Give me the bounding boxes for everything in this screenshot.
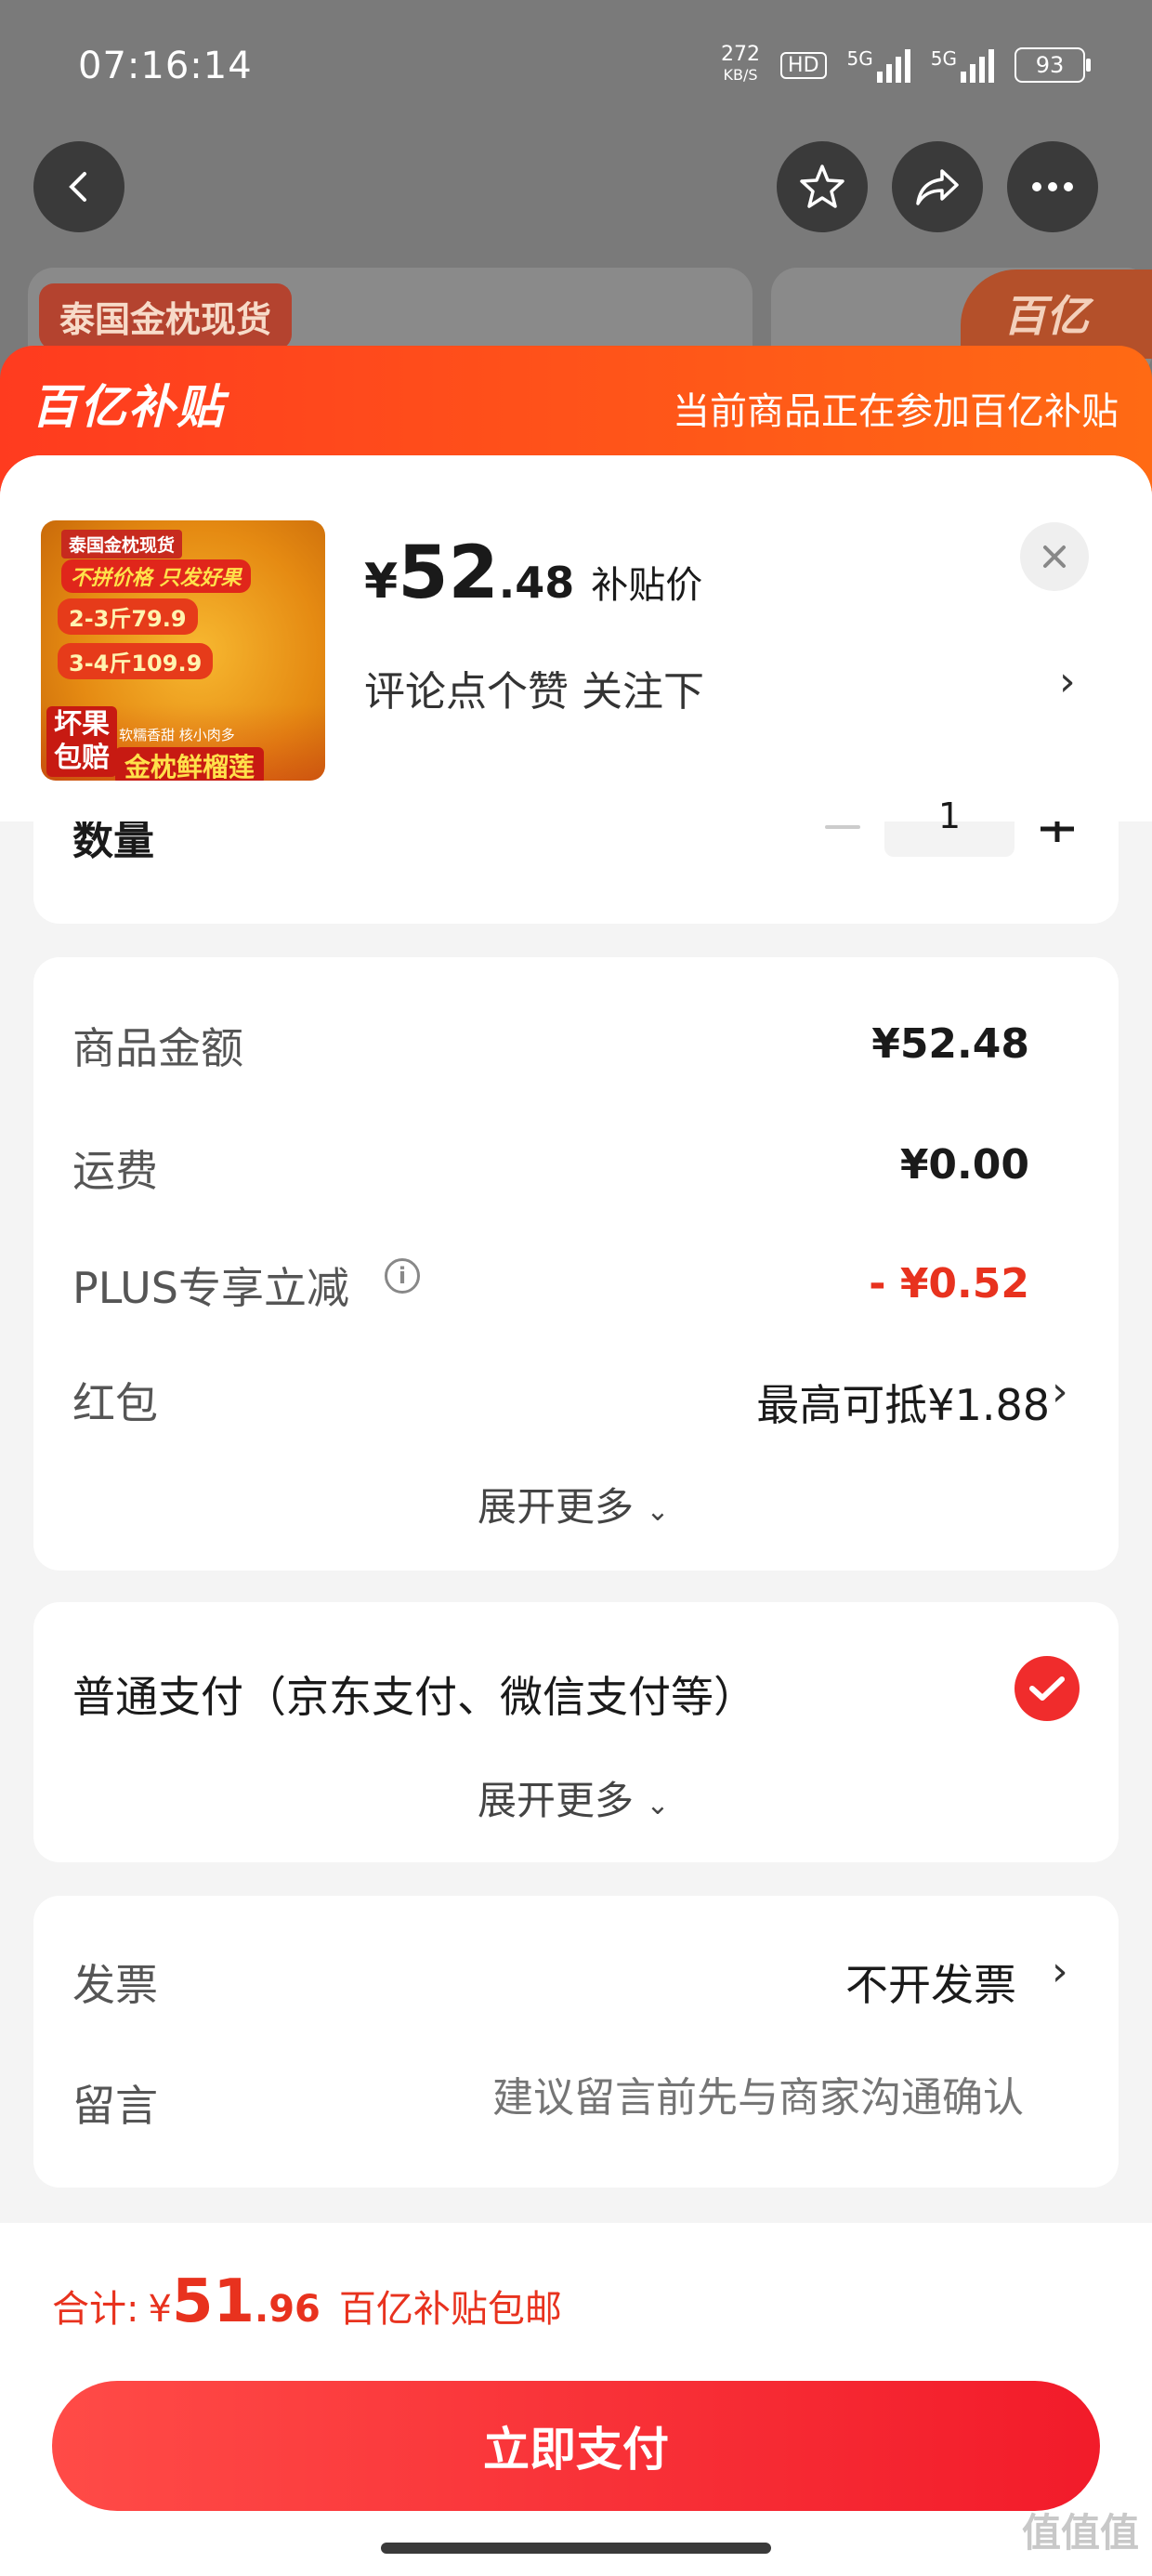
goods-amount-value: ¥52.48	[871, 1020, 1029, 1068]
note-input[interactable]	[390, 2065, 1026, 2130]
subsidy-notice: 当前商品正在参加百亿补贴	[673, 390, 1119, 433]
product-spec-desc[interactable]: 评论点个赞 关注下	[364, 658, 704, 717]
price-tag: 补贴价	[591, 564, 703, 607]
signal-icon-2: 5G	[931, 47, 994, 83]
signal-icon: 5G	[847, 47, 910, 83]
product-price: ¥ 52 .48 补贴价	[364, 532, 703, 615]
close-button[interactable]	[1020, 522, 1089, 591]
back-arrow-icon	[69, 172, 86, 202]
plus-discount-label: PLUS专享立减	[72, 1263, 349, 1313]
chevron-down-icon-2: ⌄	[646, 1789, 670, 1821]
summary-expand-more[interactable]: 展开更多 ⌄	[478, 1476, 670, 1532]
shipping-label: 运费	[72, 1146, 158, 1196]
quantity-increase-button[interactable]	[1039, 821, 1076, 842]
payment-expand-more[interactable]: 展开更多 ⌄	[478, 1769, 670, 1826]
invoice-chevron-right-icon[interactable]: ›	[1052, 1948, 1068, 1995]
status-time: 07:16:14	[78, 45, 253, 87]
note-label: 留言	[72, 2081, 158, 2131]
plus-discount-value: - ¥0.52	[869, 1260, 1029, 1308]
goods-amount-label: 商品金额	[72, 1023, 243, 1073]
status-icons: 272 KB/S HD 5G 5G 93	[721, 43, 1091, 85]
red-packet-chevron-right-icon[interactable]: ›	[1052, 1368, 1068, 1415]
total-suffix: 百亿补贴包邮	[338, 2288, 562, 2331]
more-button[interactable]	[1007, 141, 1098, 232]
subsidy-brand-logo: 百亿补贴	[32, 380, 225, 434]
favorite-button[interactable]	[777, 141, 868, 232]
quantity-input[interactable]: 1	[884, 798, 1015, 857]
total-amount: 合计: ¥ 51 .96 百亿补贴包邮	[52, 2267, 562, 2336]
shipping-value: ¥0.00	[899, 1141, 1029, 1189]
info-icon[interactable]: i	[385, 1258, 420, 1294]
quantity-decrease-button[interactable]	[825, 821, 862, 831]
chevron-down-icon: ⌄	[646, 1495, 670, 1528]
red-packet-value[interactable]: 最高可抵¥1.88	[756, 1372, 1050, 1433]
plus-icon	[1041, 821, 1074, 842]
watermark: 值值值	[1021, 2510, 1139, 2556]
home-indicator[interactable]	[381, 2543, 771, 2554]
extra-info-card	[33, 1896, 1119, 2188]
payment-method-label[interactable]: 普通支付（京东支付、微信支付等）	[72, 1663, 756, 1725]
more-dots-icon	[1032, 182, 1073, 191]
invoice-label: 发票	[72, 1960, 158, 2010]
hd-icon: HD	[780, 51, 827, 79]
spec-chevron-right-icon[interactable]: ›	[1059, 658, 1076, 705]
battery-icon: 93	[1015, 47, 1091, 83]
share-button[interactable]	[892, 141, 983, 232]
close-icon	[1043, 545, 1066, 568]
red-packet-label: 红包	[72, 1378, 158, 1428]
payment-selected-check-icon[interactable]	[1015, 1656, 1080, 1721]
pay-now-button[interactable]: 立即支付	[52, 2381, 1100, 2511]
back-button[interactable]	[33, 141, 124, 232]
star-icon	[800, 164, 844, 208]
background-tag: 泰国金枕现货	[39, 283, 293, 349]
product-thumbnail[interactable]: 泰国金枕现货 不拼价格 只发好果 2-3斤79.9 3-4斤109.9 坏果 包赔…	[41, 520, 325, 781]
net-speed: 272 KB/S	[721, 43, 761, 85]
invoice-value[interactable]: 不开发票	[845, 1952, 1016, 2013]
share-icon	[916, 169, 959, 205]
